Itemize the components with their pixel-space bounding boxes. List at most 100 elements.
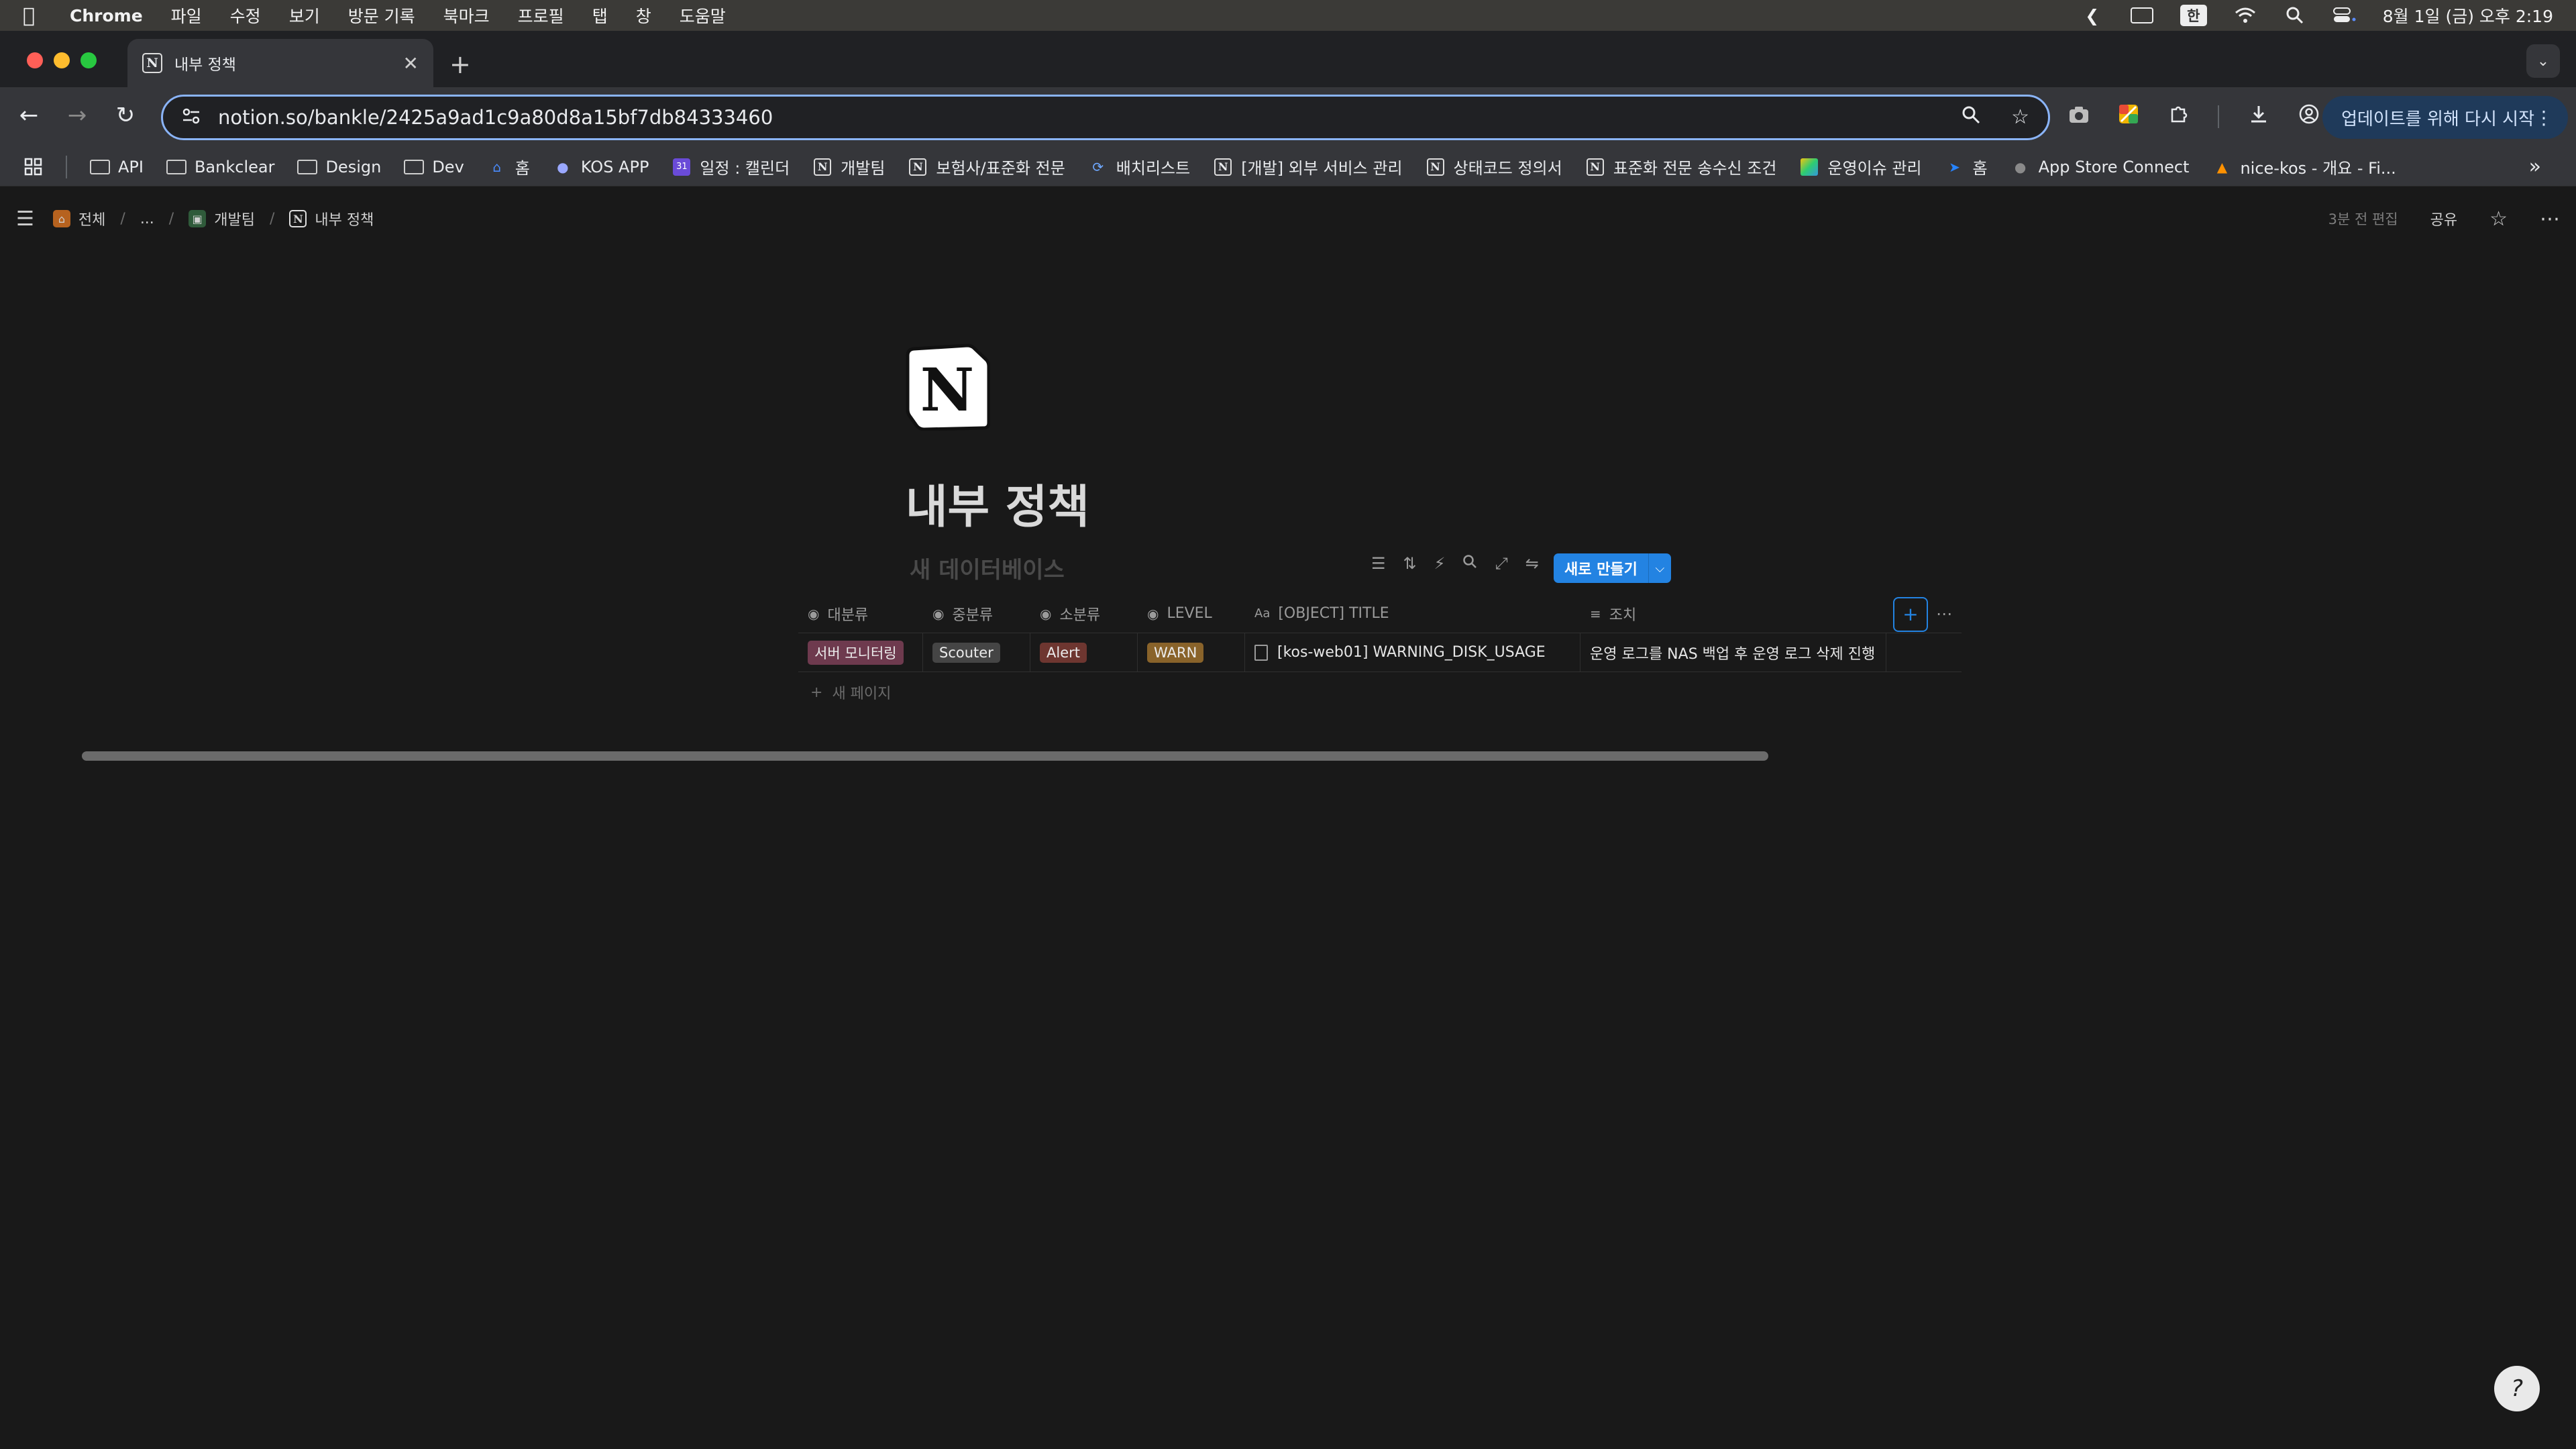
column-header-action[interactable]: ≡ 조치 bbox=[1580, 594, 1886, 633]
cell-middle[interactable]: Scouter bbox=[923, 633, 1030, 672]
bookmark-api[interactable]: API bbox=[90, 158, 144, 176]
bookmark-design[interactable]: Design bbox=[297, 158, 381, 176]
input-method-indicator[interactable]: 한 bbox=[2180, 5, 2207, 26]
chevron-down-icon[interactable]: ⌵ bbox=[1648, 553, 1671, 583]
tab-search-button[interactable]: ⌄ bbox=[2526, 44, 2560, 78]
menu-file[interactable]: 파일 bbox=[171, 3, 202, 28]
select-property-icon: ◉ bbox=[1147, 605, 1159, 622]
column-header-major[interactable]: ◉ 대분류 bbox=[798, 594, 923, 633]
menu-view[interactable]: 보기 bbox=[289, 3, 320, 28]
screenshot-extension-icon[interactable] bbox=[2069, 105, 2089, 129]
menu-history[interactable]: 방문 기록 bbox=[348, 3, 415, 28]
menu-help[interactable]: 도움말 bbox=[680, 3, 726, 28]
bookmark-home[interactable]: ⌂ 홈 bbox=[487, 155, 529, 178]
bookmark-dev-team[interactable]: N 개발팀 bbox=[812, 155, 885, 178]
new-page-button[interactable]: + 새 페이지 bbox=[810, 682, 891, 703]
menu-bookmarks[interactable]: 북마크 bbox=[443, 3, 490, 28]
bookmark-ops-issues[interactable]: 운영이슈 관리 bbox=[1799, 155, 1922, 178]
menu-profiles[interactable]: 프로필 bbox=[518, 3, 564, 28]
bookmark-calendar[interactable]: 31 일정 : 캘린더 bbox=[672, 155, 790, 178]
wifi-icon[interactable] bbox=[2234, 7, 2257, 24]
profile-icon[interactable] bbox=[2298, 103, 2320, 130]
zoom-window-button[interactable] bbox=[80, 52, 97, 68]
breadcrumb-ellipsis[interactable]: ... bbox=[140, 211, 154, 227]
bookmark-standard-spec[interactable]: N 표준화 전문 송수신 조건 bbox=[1585, 155, 1776, 178]
favorite-star-icon[interactable]: ☆ bbox=[2489, 207, 2508, 231]
column-header-title[interactable]: Aa [OBJECT] TITLE bbox=[1245, 594, 1580, 633]
minimize-window-button[interactable] bbox=[54, 52, 70, 68]
apps-grid-icon[interactable] bbox=[24, 158, 43, 176]
cell-title[interactable]: [kos-web01] WARNING_DISK_USAGE bbox=[1245, 633, 1580, 672]
bookmark-dev[interactable]: Dev bbox=[404, 158, 464, 176]
keyboard-icon[interactable] bbox=[2130, 7, 2153, 24]
automation-icon[interactable]: ⚡ bbox=[1434, 554, 1446, 573]
cell-major[interactable]: 서버 모니터링 bbox=[798, 633, 923, 672]
downloads-icon[interactable] bbox=[2249, 104, 2269, 129]
filter-icon[interactable]: ☰ bbox=[1371, 554, 1386, 573]
bookmarks-bar: API Bankclear Design Dev ⌂ 홈 ● KOS APP 31 일… bbox=[0, 148, 2576, 186]
chevron-left-icon[interactable]: ❮ bbox=[2081, 6, 2104, 25]
back-button[interactable]: ← bbox=[13, 102, 44, 129]
bookmark-app-store-connect[interactable]: ● App Store Connect bbox=[2010, 158, 2190, 176]
column-header-minor[interactable]: ◉ 소분류 bbox=[1030, 594, 1138, 633]
bookmark-external-services[interactable]: N [개발] 외부 서비스 관리 bbox=[1213, 155, 1403, 178]
zoom-icon[interactable] bbox=[1962, 105, 1980, 129]
active-tab[interactable]: N 내부 정책 ✕ bbox=[127, 39, 433, 87]
search-icon[interactable] bbox=[1462, 554, 1477, 573]
apple-menu-icon[interactable]:  bbox=[23, 4, 43, 28]
breadcrumb-all[interactable]: ⌂ 전체 bbox=[52, 208, 105, 229]
close-window-button[interactable] bbox=[27, 52, 43, 68]
breadcrumb-label: 내부 정책 bbox=[315, 212, 374, 229]
more-vertical-icon[interactable]: ⋮ bbox=[2534, 107, 2553, 129]
new-entry-button[interactable]: 새로 만들기 ⌵ bbox=[1554, 553, 1671, 583]
column-header-middle[interactable]: ◉ 중분류 bbox=[923, 594, 1030, 633]
database-title[interactable]: 새 데이터베이스 bbox=[910, 551, 1065, 584]
forward-button[interactable]: → bbox=[62, 102, 93, 129]
new-tab-button[interactable]: + bbox=[449, 50, 471, 79]
breadcrumb-dev-team[interactable]: ▣ 개발팀 bbox=[189, 208, 255, 229]
new-button-label[interactable]: 새로 만들기 bbox=[1554, 553, 1648, 583]
menu-edit[interactable]: 수정 bbox=[230, 3, 261, 28]
spotlight-search-icon[interactable] bbox=[2284, 7, 2306, 24]
help-button[interactable]: ? bbox=[2494, 1366, 2540, 1411]
table-row[interactable]: 서버 모니터링 Scouter Alert WARN [kos-web01] W… bbox=[798, 633, 1962, 672]
update-restart-button[interactable]: 업데이트를 위해 다시 시작 ⋮ bbox=[2322, 96, 2568, 139]
sidebar-menu-icon[interactable]: ☰ bbox=[16, 207, 34, 231]
menu-window[interactable]: 창 bbox=[636, 3, 651, 28]
cell-action[interactable]: 운영 로그를 NAS 백업 후 운영 로그 삭제 진행 bbox=[1580, 633, 1886, 672]
breadcrumb-current-page[interactable]: N 내부 정책 bbox=[289, 208, 374, 229]
extensions-puzzle-icon[interactable] bbox=[2168, 104, 2188, 129]
notion-logo-icon[interactable]: N bbox=[906, 343, 991, 431]
url-text[interactable]: notion.so/bankle/2425a9ad1c9a80d8a15bf7d… bbox=[218, 106, 773, 129]
address-bar[interactable]: notion.so/bankle/2425a9ad1c9a80d8a15bf7d… bbox=[161, 95, 2050, 140]
site-info-icon[interactable] bbox=[182, 108, 201, 127]
expand-icon[interactable]: ⤢ bbox=[1495, 554, 1507, 573]
bookmark-firebase[interactable]: ▲ nice-kos - 개요 - Fi... bbox=[2212, 155, 2396, 178]
bookmark-jira-home[interactable]: ➤ 홈 bbox=[1945, 155, 1987, 178]
page-title[interactable]: 내부 정책 bbox=[906, 470, 1089, 536]
cell-minor[interactable]: Alert bbox=[1030, 633, 1138, 672]
more-options-icon[interactable]: ⋯ bbox=[2540, 207, 2560, 231]
bookmark-kos-app[interactable]: ● KOS APP bbox=[553, 158, 649, 176]
close-tab-icon[interactable]: ✕ bbox=[403, 52, 419, 74]
menu-datetime[interactable]: 8월 1일 (금) 오후 2:19 bbox=[2383, 3, 2553, 28]
bookmark-status-codes[interactable]: N 상태코드 정의서 bbox=[1426, 155, 1562, 178]
horizontal-scrollbar[interactable] bbox=[82, 751, 1768, 761]
cell-level[interactable]: WARN bbox=[1138, 633, 1245, 672]
bookmark-batch-list[interactable]: ⟳ 배치리스트 bbox=[1088, 155, 1190, 178]
more-bookmarks-icon[interactable]: » bbox=[2529, 155, 2541, 178]
column-header-level[interactable]: ◉ LEVEL bbox=[1138, 594, 1245, 633]
reload-button[interactable]: ↻ bbox=[110, 102, 141, 129]
bookmark-bankclear[interactable]: Bankclear bbox=[166, 158, 274, 176]
column-more-icon[interactable]: ⋯ bbox=[1936, 604, 1952, 623]
sort-icon[interactable]: ⇅ bbox=[1403, 554, 1417, 573]
share-button[interactable]: 공유 bbox=[2430, 208, 2457, 229]
menu-app-name[interactable]: Chrome bbox=[70, 6, 143, 25]
color-picker-extension-icon[interactable] bbox=[2118, 104, 2139, 129]
bookmark-star-icon[interactable]: ☆ bbox=[2011, 105, 2029, 129]
settings-sliders-icon[interactable]: ⇋ bbox=[1525, 554, 1539, 573]
bookmark-insurance-spec[interactable]: N 보험사/표준화 전문 bbox=[908, 155, 1065, 178]
control-center-icon[interactable] bbox=[2332, 7, 2356, 24]
menu-tab[interactable]: 탭 bbox=[592, 3, 608, 28]
add-column-button[interactable]: + bbox=[1893, 596, 1928, 632]
